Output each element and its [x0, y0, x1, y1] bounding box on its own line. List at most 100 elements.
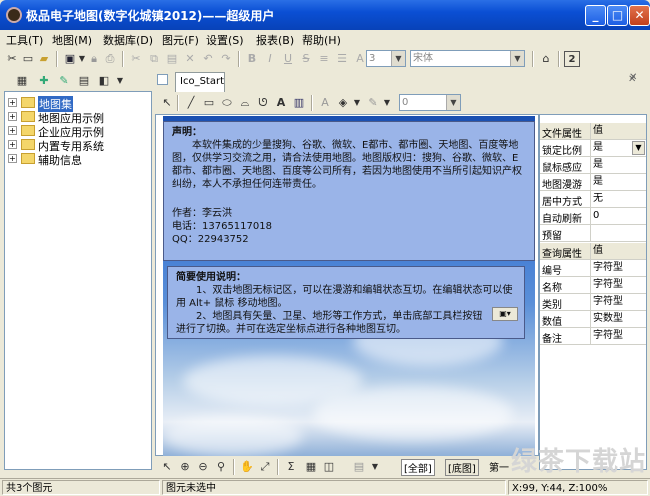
prop-row[interactable]: 自动刷新 0 [540, 208, 646, 225]
map-canvas[interactable]: 声明： 本软件集成的少量搜狗、谷歌、微软、E都市、都市圈、天地图、百度等地图，仅… [163, 116, 535, 456]
chevron-down-icon[interactable]: ▼ [632, 141, 645, 155]
home-icon[interactable]: ⌂ [538, 51, 554, 67]
tree-edit-icon[interactable]: ✎ [56, 73, 72, 89]
prop-row[interactable]: 备注 字符型 [540, 328, 646, 345]
ellipse-icon[interactable]: ⬭ [219, 95, 235, 111]
selection-status: 图元未选中 [162, 480, 506, 495]
minimize-button[interactable]: _ [585, 5, 606, 26]
usage-note[interactable]: 简要使用说明： 1、双击地图无标记区，可以在漫游和编辑状态互切。在编辑状态可以使… [167, 266, 525, 339]
draw-toolbar: ↖ ╱ ▭ ⬭ ⌓ ᘎ A ▥ A ◈ ▼ ✎ ▼ 0 ▼ [155, 92, 539, 114]
menu-map[interactable]: 地图(M) [52, 32, 92, 48]
tree-add-icon[interactable]: ✚ [36, 73, 52, 89]
cut-icon[interactable]: ✂ [128, 51, 144, 67]
chevron-down-icon[interactable]: ▼ [112, 73, 128, 89]
font-color-icon[interactable]: A [317, 95, 333, 111]
coordinates-readout: X:99, Y:44, Z:100% [508, 480, 648, 495]
panel-close-icon[interactable]: ✕ [628, 74, 636, 85]
italic-icon[interactable]: I [262, 51, 278, 67]
tab-first[interactable]: 第一 [489, 459, 509, 474]
chevron-down-icon[interactable]: ▼ [446, 95, 460, 110]
open-folder-icon[interactable]: ▰ [36, 51, 52, 67]
properties-panel: 文件属性值 锁定比例是 ▼ 鼠标感应是 地图漫游是 居中方式无 自动刷新 0 预留 … [539, 114, 647, 470]
sum-icon[interactable]: Σ [283, 459, 299, 475]
tab-base-map[interactable]: [底图] [445, 459, 479, 476]
status-bar: 共3个图元 图元未选中 X:99, Y:44, Z:100% [0, 478, 650, 496]
polygon-icon[interactable]: ⌓ [237, 95, 253, 111]
prop-row[interactable]: 锁定比例是 ▼ [540, 140, 646, 157]
file-props-header: 文件属性值 [540, 123, 646, 140]
tree-view-icon[interactable]: ▦ [14, 73, 30, 89]
disclaimer-note[interactable]: 声明： 本软件集成的少量搜狗、谷歌、微软、E都市、都市圈、天地图、百度等地图，仅… [163, 121, 535, 261]
prop-row[interactable]: 编号 字符型 [540, 260, 646, 277]
chevron-down-icon[interactable]: ▼ [367, 459, 383, 475]
undo-icon[interactable]: ↶ [200, 51, 216, 67]
tab-ico-start[interactable]: Ico_Start [175, 72, 225, 92]
chevron-down-icon[interactable]: ▼ [391, 51, 405, 66]
map-mode-icon[interactable]: ▣▾ [492, 307, 518, 321]
size-combo[interactable]: 0 ▼ [399, 94, 461, 111]
font-combo[interactable]: 宋体 ▼ [410, 50, 525, 67]
prop-row[interactable]: 地图漫游是 [540, 174, 646, 191]
chevron-down-icon[interactable]: ▼ [349, 95, 365, 111]
prop-row[interactable]: 类别 字符型 [540, 294, 646, 311]
align-left-icon[interactable]: ≡ [316, 51, 332, 67]
prop-row[interactable]: 预留 [540, 225, 646, 242]
underline-icon[interactable]: U [280, 51, 296, 67]
chevron-down-icon[interactable]: ▼ [379, 95, 395, 111]
layer-combo[interactable]: 3 ▼ [366, 50, 406, 67]
menu-help[interactable]: 帮助(H) [302, 32, 341, 48]
chevron-down-icon[interactable]: ▼ [510, 51, 524, 66]
pointer-icon[interactable]: ↖ [159, 95, 175, 111]
pointer-icon[interactable]: ↖ [159, 459, 175, 475]
help-badge[interactable]: 2 [564, 51, 580, 67]
strikethrough-icon[interactable]: S [298, 51, 314, 67]
rectangle-icon[interactable]: ▭ [201, 95, 217, 111]
zoom-out-icon[interactable]: ⊖ [195, 459, 211, 475]
delete-icon[interactable]: ✕ [182, 51, 198, 67]
lock-icon[interactable]: 🔒︎ [86, 51, 102, 67]
prop-row[interactable]: 居中方式无 [540, 191, 646, 208]
tab-all[interactable]: [全部] [401, 459, 435, 476]
redo-icon[interactable]: ↷ [218, 51, 234, 67]
close-button[interactable]: ✕ [629, 5, 650, 26]
map-bottom-toolbar: ↖ ⊕ ⊖ ⚲ ✋ ⤢ Σ ▦ ◫ ▤ ▼ [全部] [底图] 第一 [155, 456, 539, 478]
app-icon[interactable] [6, 7, 22, 23]
text-icon[interactable]: A [273, 95, 289, 111]
print-icon[interactable]: ⎙ [102, 51, 118, 67]
tree-layer-icon[interactable]: ◧ [96, 73, 112, 89]
size-value: 0 [402, 97, 409, 108]
tree-grid-icon[interactable]: ▤ [76, 73, 92, 89]
menu-element[interactable]: 图元(F) [162, 32, 199, 48]
zoom-in-icon[interactable]: ⊕ [177, 459, 193, 475]
curve-icon[interactable]: ᘎ [255, 95, 271, 111]
chart-icon[interactable]: ▥ [291, 95, 307, 111]
prop-row[interactable]: 鼠标感应是 [540, 157, 646, 174]
bold-icon[interactable]: B [244, 51, 260, 67]
menu-database[interactable]: 数据库(D) [103, 32, 153, 48]
table-icon[interactable]: ▦ [303, 459, 319, 475]
new-file-icon[interactable]: ▭ [20, 51, 36, 67]
tab-checkbox[interactable] [157, 74, 168, 85]
menu-settings[interactable]: 设置(S) [206, 32, 244, 48]
prop-row[interactable]: 数值 实数型 [540, 311, 646, 328]
main-toolbar: ✂ ▭ ▰ ▣ ▼ 🔒︎ ⎙ ✂ ⧉ ▤ ✕ ↶ ↷ B I U S ≡ ☰ A… [0, 48, 650, 70]
scissors-icon[interactable]: ✂ [4, 51, 20, 67]
align-center-icon[interactable]: ☰ [334, 51, 350, 67]
folder-icon [21, 125, 35, 136]
menu-tools[interactable]: 工具(T) [6, 32, 43, 48]
export-icon[interactable]: ▤ [351, 459, 367, 475]
menu-report[interactable]: 报表(B) [256, 32, 294, 48]
title-bar[interactable]: 极品电子地图(数字化城镇2012)——超级用户 _ □ ✕ [0, 0, 650, 30]
pan-hand-icon[interactable]: ✋ [239, 459, 255, 475]
zoom-icon[interactable]: ⚲ [213, 459, 229, 475]
fit-icon[interactable]: ⤢ [257, 459, 273, 475]
copy-icon[interactable]: ⧉ [146, 51, 162, 67]
paste-icon[interactable]: ▤ [164, 51, 180, 67]
prop-row[interactable]: 名称 字符型 [540, 277, 646, 294]
usage-item-1: 1、双击地图无标记区，可以在漫游和编辑状态互切。在编辑状态可以使用 Alt+ 鼠… [176, 285, 513, 309]
maximize-button[interactable]: □ [607, 5, 628, 26]
layers-icon[interactable]: ◫ [321, 459, 337, 475]
disclaimer-title: 声明： [172, 127, 202, 138]
line-icon[interactable]: ╱ [183, 95, 199, 111]
folder-icon [21, 97, 35, 108]
